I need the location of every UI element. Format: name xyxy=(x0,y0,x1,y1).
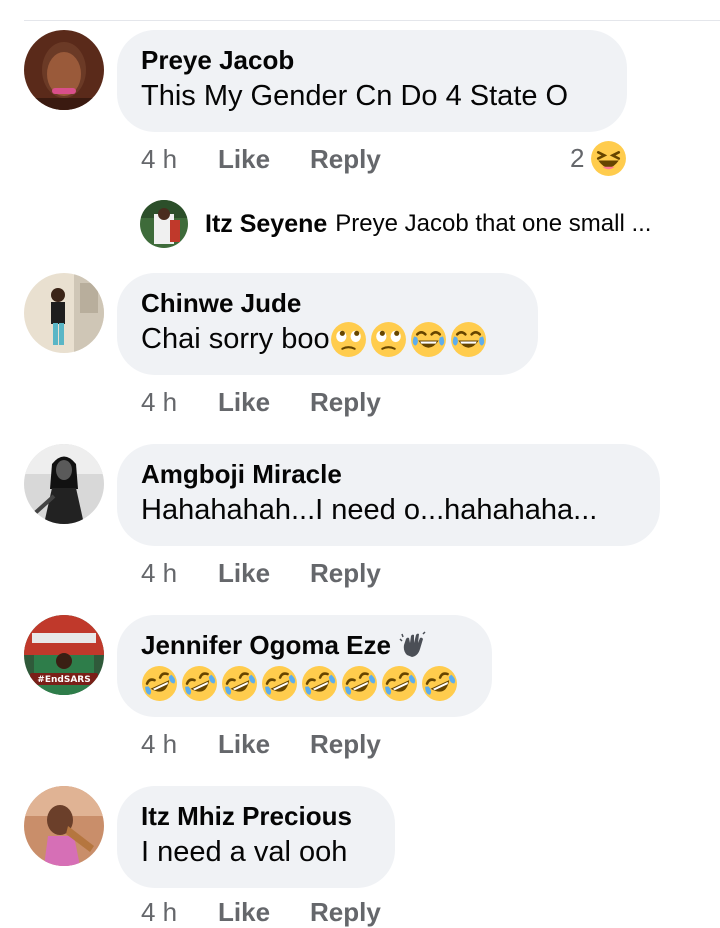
avatar[interactable]: #EndSARS xyxy=(24,615,104,695)
comment-timestamp[interactable]: 4 h xyxy=(141,729,218,760)
reply-avatar[interactable] xyxy=(140,200,188,248)
eye-roll-emoji xyxy=(370,321,407,358)
avatar[interactable] xyxy=(24,273,104,353)
comment-author-row: Jennifer Ogoma Eze xyxy=(141,629,468,661)
rolling-laughing-emoji xyxy=(301,665,338,702)
avatar[interactable] xyxy=(24,30,104,110)
comment-emoji-row xyxy=(141,665,468,702)
avatar[interactable] xyxy=(24,786,104,866)
tears-of-joy-emoji xyxy=(410,321,447,358)
comment-timestamp[interactable]: 4 h xyxy=(141,897,218,928)
comment-actions: 4 h Like Reply xyxy=(141,387,381,418)
reply-button[interactable]: Reply xyxy=(310,897,381,928)
reply-button[interactable]: Reply xyxy=(310,387,381,418)
comment-actions: 4 h Like Reply xyxy=(141,729,381,760)
comment-timestamp[interactable]: 4 h xyxy=(141,144,218,175)
top-divider xyxy=(24,20,720,21)
comment-text: This My Gender Cn Do 4 State O xyxy=(141,80,569,112)
like-button[interactable]: Like xyxy=(218,729,310,760)
reply-button[interactable]: Reply xyxy=(310,558,381,589)
comment-author[interactable]: Jennifer Ogoma Eze xyxy=(141,629,391,661)
laughing-squint-emoji xyxy=(590,140,627,177)
eye-roll-emoji xyxy=(330,321,367,358)
comment-text: Hahahahah...I need o...hahahaha... xyxy=(141,494,598,526)
reply-preview[interactable]: Itz Seyene Preye Jacob that one small ..… xyxy=(140,200,651,248)
rolling-laughing-emoji xyxy=(261,665,298,702)
reaction-summary[interactable]: 2 xyxy=(570,140,627,177)
comment-text: I need a val ooh xyxy=(141,836,348,868)
rolling-laughing-emoji xyxy=(341,665,378,702)
tears-of-joy-emoji xyxy=(450,321,487,358)
comment-timestamp[interactable]: 4 h xyxy=(141,558,218,589)
like-button[interactable]: Like xyxy=(218,144,310,175)
comment-actions: 4 h Like Reply xyxy=(141,897,381,928)
reply-author[interactable]: Itz Seyene xyxy=(205,210,327,239)
comment-bubble[interactable]: Chinwe Jude Chai sorry boo xyxy=(117,273,538,375)
like-button[interactable]: Like xyxy=(218,897,310,928)
comment-bubble[interactable]: Preye Jacob This My Gender Cn Do 4 State… xyxy=(117,30,627,132)
comment-actions: 4 h Like Reply xyxy=(141,558,381,589)
rolling-laughing-emoji xyxy=(141,665,178,702)
rolling-laughing-emoji xyxy=(221,665,258,702)
like-button[interactable]: Like xyxy=(218,387,310,418)
rolling-laughing-emoji xyxy=(181,665,218,702)
comment-actions: 4 h Like Reply xyxy=(141,144,381,175)
comment-author[interactable]: Amgboji Miracle xyxy=(141,458,636,490)
avatar-caption: #EndSARS xyxy=(37,675,90,685)
comment-text-row: Chai sorry boo xyxy=(141,319,514,359)
comment-bubble[interactable]: Amgboji Miracle Hahahahah...I need o...h… xyxy=(117,444,660,546)
waving-hand-icon xyxy=(399,631,427,659)
reply-button[interactable]: Reply xyxy=(310,729,381,760)
comment-timestamp[interactable]: 4 h xyxy=(141,387,218,418)
rolling-laughing-emoji xyxy=(421,665,458,702)
avatar[interactable] xyxy=(24,444,104,524)
reply-button[interactable]: Reply xyxy=(310,144,381,175)
reply-text: Preye Jacob that one small ... xyxy=(335,210,652,237)
rolling-laughing-emoji xyxy=(381,665,418,702)
comment-author[interactable]: Preye Jacob xyxy=(141,44,603,76)
reaction-count: 2 xyxy=(570,143,585,173)
comment-bubble[interactable]: Itz Mhiz Precious I need a val ooh xyxy=(117,786,395,888)
comment-author[interactable]: Itz Mhiz Precious xyxy=(141,800,371,832)
comment-bubble[interactable]: Jennifer Ogoma Eze xyxy=(117,615,492,717)
comment-author[interactable]: Chinwe Jude xyxy=(141,287,514,319)
comment-text: Chai sorry boo xyxy=(141,323,330,355)
like-button[interactable]: Like xyxy=(218,558,310,589)
